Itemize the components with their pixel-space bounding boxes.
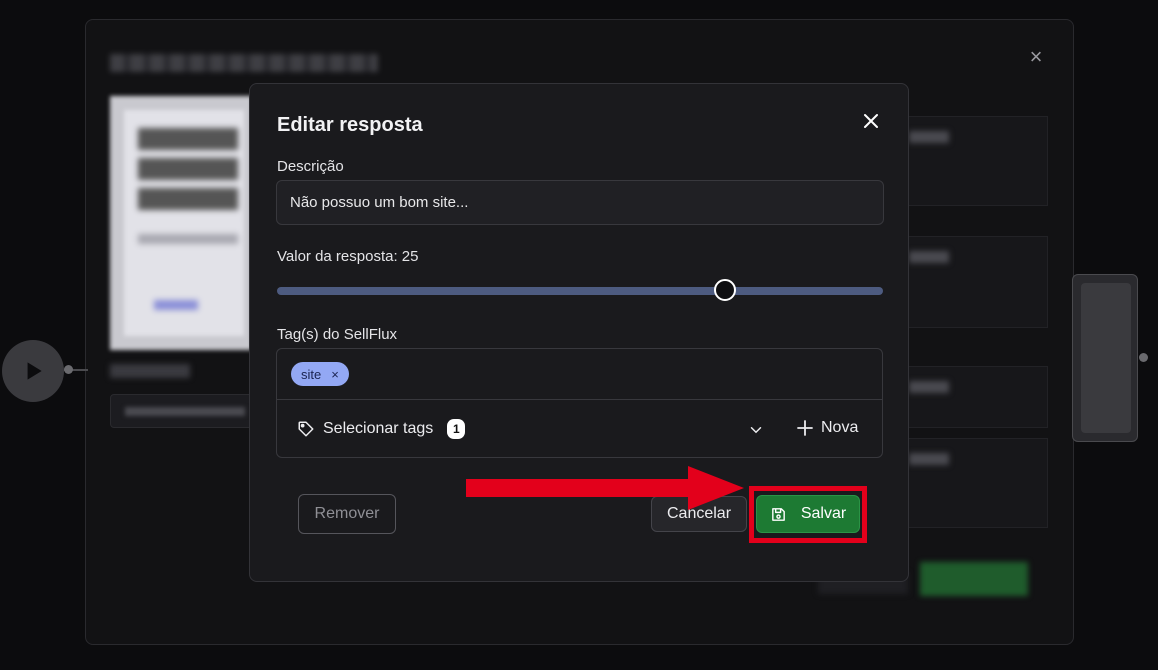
background-flow-node xyxy=(1072,274,1138,442)
tag-chip-label: site xyxy=(301,366,322,382)
tags-selector: site × Selecionar tags 1 Nova xyxy=(276,348,883,458)
plus-icon xyxy=(797,420,813,436)
background-close-icon[interactable]: × xyxy=(1026,46,1046,68)
annotation-highlight-box xyxy=(749,486,867,543)
connector-dot xyxy=(1139,353,1148,362)
tag-icon xyxy=(298,421,314,437)
background-answer-row xyxy=(900,236,1048,328)
background-input-blurred xyxy=(110,394,260,428)
background-answer-row xyxy=(900,116,1048,206)
tag-chip: site × xyxy=(291,362,349,386)
background-label-blurred xyxy=(110,364,190,378)
new-tag-button[interactable]: Nova xyxy=(797,419,858,437)
annotation-arrow xyxy=(466,466,744,510)
background-title-blurred xyxy=(110,54,378,72)
chevron-down-icon[interactable] xyxy=(747,421,765,439)
description-input[interactable]: Não possuo um bom site... xyxy=(276,180,884,225)
description-label: Descrição xyxy=(277,158,344,175)
close-icon xyxy=(864,114,878,128)
new-tag-label: Nova xyxy=(821,419,859,436)
tag-chip-remove-icon[interactable]: × xyxy=(331,367,339,382)
modal-title: Editar resposta xyxy=(277,114,423,136)
background-answer-row xyxy=(900,438,1048,528)
remove-button[interactable]: Remover xyxy=(298,494,396,534)
answer-value-slider[interactable] xyxy=(277,277,883,307)
select-tags-label: Selecionar tags xyxy=(323,420,434,437)
slider-label: Valor da resposta: 25 xyxy=(277,248,419,265)
select-tags-button[interactable]: Selecionar tags 1 xyxy=(297,419,466,439)
connector-dot xyxy=(64,365,73,374)
background-answer-row xyxy=(900,366,1048,428)
background-save-button-blurred xyxy=(920,562,1028,596)
tags-actions: Selecionar tags 1 Nova xyxy=(277,401,882,458)
background-preview-card xyxy=(110,96,252,350)
modal-close-button[interactable] xyxy=(858,108,884,134)
slider-track[interactable] xyxy=(277,287,883,295)
tags-label: Tag(s) do SellFlux xyxy=(277,326,398,343)
selected-count-badge: 1 xyxy=(447,419,466,439)
play-icon xyxy=(27,362,42,380)
play-button[interactable] xyxy=(2,340,64,402)
selected-tags-area: site × xyxy=(277,349,882,400)
slider-thumb[interactable] xyxy=(714,279,737,301)
